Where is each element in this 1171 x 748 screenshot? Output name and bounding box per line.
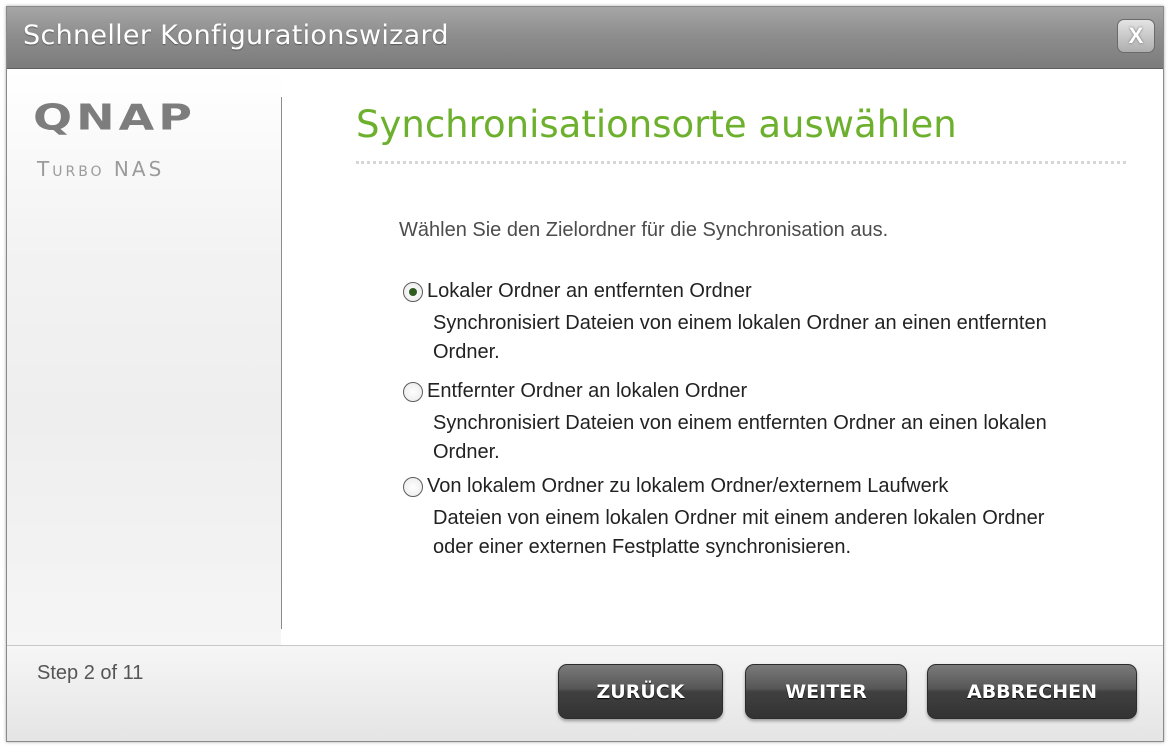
step-indicator: Step 2 of 11: [37, 662, 144, 684]
qnap-logo: QNAP: [33, 95, 196, 138]
close-icon: X: [1128, 23, 1144, 48]
radio-row-local-to-local[interactable]: Von lokalem Ordner zu lokalem Ordner/ext…: [403, 475, 1083, 498]
wizard-footer: Step 2 of 11 ZURÜCK WEITER ABBRECHEN: [7, 645, 1163, 741]
vertical-divider: [281, 97, 282, 629]
option-label[interactable]: Entfernter Ordner an lokalen Ordner: [427, 380, 747, 403]
wizard-window: Schneller Konfigurationswizard X QNAP Tu…: [6, 6, 1164, 742]
cancel-button[interactable]: ABBRECHEN: [927, 664, 1137, 719]
radio-button-remote-to-local[interactable]: [403, 381, 423, 402]
radio-button-local-to-local[interactable]: [403, 476, 423, 497]
next-button[interactable]: WEITER: [745, 664, 907, 719]
option-description: Synchronisiert Dateien von einem entfern…: [433, 412, 1047, 463]
option-description: Dateien von einem lokalen Ordner mit ein…: [433, 507, 1045, 558]
option-local-to-remote: Lokaler Ordner an entfernten Ordner Sync…: [403, 280, 1083, 367]
option-label[interactable]: Von lokalem Ordner zu lokalem Ordner/ext…: [427, 475, 948, 498]
window-title: Schneller Konfigurationswizard: [23, 20, 449, 51]
radio-row-remote-to-local[interactable]: Entfernter Ordner an lokalen Ordner: [403, 380, 1083, 403]
option-description: Synchronisiert Dateien von einem lokalen…: [433, 312, 1047, 363]
radio-button-local-to-remote[interactable]: [403, 281, 423, 302]
title-bar: Schneller Konfigurationswizard X: [7, 7, 1163, 69]
close-button[interactable]: X: [1117, 19, 1155, 53]
wizard-content: QNAP Turbo NAS Synchronisationsorte ausw…: [7, 69, 1163, 645]
dotted-separator: [356, 161, 1126, 164]
brand-pane: QNAP Turbo NAS: [7, 69, 281, 645]
back-button[interactable]: ZURÜCK: [558, 664, 723, 719]
option-label[interactable]: Lokaler Ordner an entfernten Ordner: [427, 280, 752, 303]
page-title: Synchronisationsorte auswählen: [356, 103, 957, 146]
option-remote-to-local: Entfernter Ordner an lokalen Ordner Sync…: [403, 380, 1083, 467]
option-local-to-local: Von lokalem Ordner zu lokalem Ordner/ext…: [403, 475, 1083, 562]
intro-text: Wählen Sie den Zielordner für die Synchr…: [399, 219, 889, 241]
radio-row-local-to-remote[interactable]: Lokaler Ordner an entfernten Ordner: [403, 280, 1083, 303]
turbo-nas-label: Turbo NAS: [37, 157, 165, 181]
